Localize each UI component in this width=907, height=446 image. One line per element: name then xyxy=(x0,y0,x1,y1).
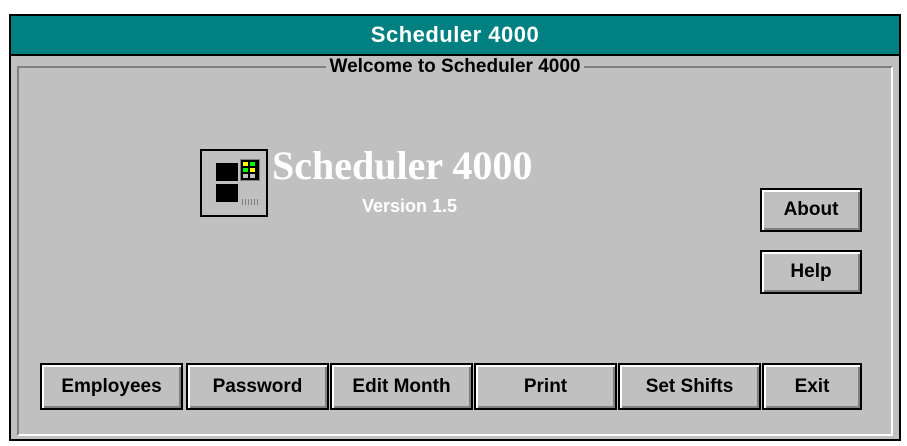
logo-title: Scheduler 4000 xyxy=(272,143,533,188)
print-button[interactable]: Print xyxy=(474,363,617,410)
password-button[interactable]: Password xyxy=(186,363,329,410)
exit-button[interactable]: Exit xyxy=(762,363,862,410)
version-label: Version 1.5 xyxy=(362,196,458,216)
help-button[interactable]: Help xyxy=(760,250,862,294)
edit-month-button[interactable]: Edit Month xyxy=(330,363,473,410)
computer-icon xyxy=(200,149,268,217)
set-shifts-button[interactable]: Set Shifts xyxy=(618,363,761,410)
welcome-caption-container: Welcome to Scheduler 4000 xyxy=(11,56,899,78)
title-bar[interactable]: Scheduler 4000 xyxy=(11,16,899,56)
window-title: Scheduler 4000 xyxy=(370,22,540,47)
welcome-caption: Welcome to Scheduler 4000 xyxy=(325,56,585,77)
employees-button[interactable]: Employees xyxy=(40,363,183,410)
about-button[interactable]: About xyxy=(760,188,862,232)
main-window: Scheduler 4000 Welcome to Scheduler 4000… xyxy=(9,14,901,441)
